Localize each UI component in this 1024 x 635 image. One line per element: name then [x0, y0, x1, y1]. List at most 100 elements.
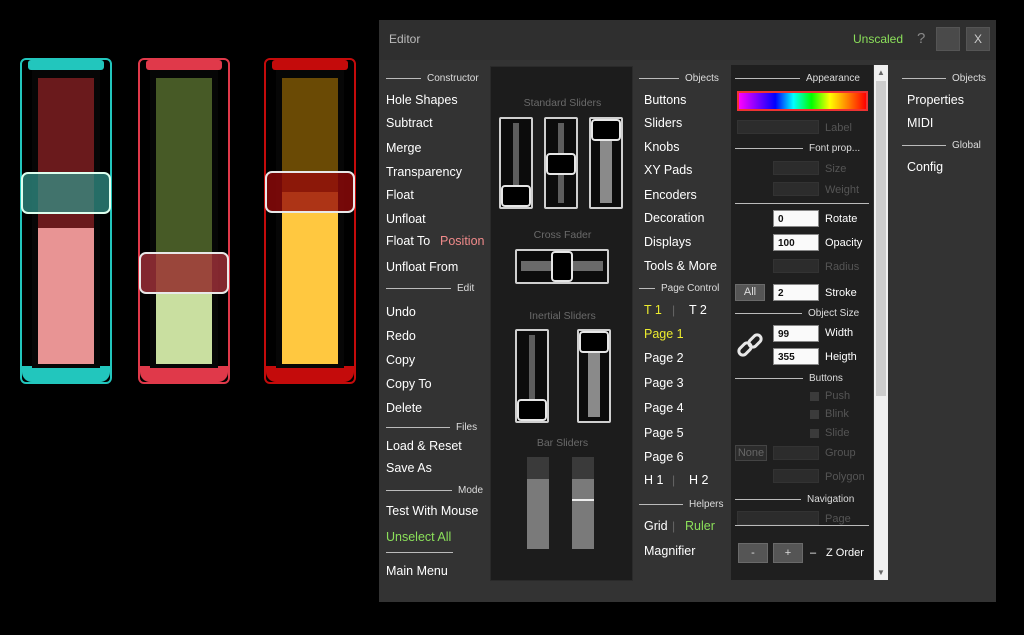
appearance-panel: Appearance Label Font prop... Size Weigh… — [731, 65, 873, 580]
size-field[interactable] — [773, 161, 819, 175]
menu-decoration[interactable]: Decoration — [644, 211, 704, 225]
menu-page-6[interactable]: Page 6 — [644, 450, 684, 464]
scroll-down-icon[interactable]: ▼ — [877, 568, 885, 577]
stroke-all-button[interactable]: All — [735, 284, 765, 301]
link-icon[interactable] — [735, 331, 765, 361]
menu-subtract[interactable]: Subtract — [386, 116, 433, 130]
scroll-thumb[interactable] — [876, 81, 886, 396]
separator: | — [672, 303, 676, 317]
tab-t2[interactable]: T 2 — [689, 303, 707, 317]
bar-slider-2-fill — [572, 479, 594, 549]
radius-field[interactable] — [773, 259, 819, 273]
menu-merge[interactable]: Merge — [386, 141, 421, 155]
menu-main-menu[interactable]: Main Menu — [386, 564, 448, 578]
menu-hole-shapes[interactable]: Hole Shapes — [386, 93, 458, 107]
scroll-up-icon[interactable]: ▲ — [877, 68, 885, 77]
menu-buttons[interactable]: Buttons — [644, 93, 686, 107]
close-button[interactable]: X — [966, 27, 990, 51]
standard-slider-3[interactable] — [589, 117, 623, 209]
teal-slider-lower-fill — [38, 228, 94, 364]
menu-encoders[interactable]: Encoders — [644, 188, 697, 202]
appearance-scrollbar[interactable]: ▲ ▼ — [874, 65, 888, 580]
menu-page-2[interactable]: Page 2 — [644, 351, 684, 365]
menu-transparency[interactable]: Transparency — [386, 165, 462, 179]
blink-checkbox[interactable] — [810, 410, 819, 419]
darkred-slider[interactable] — [264, 58, 356, 384]
tab-h2[interactable]: H 2 — [689, 473, 708, 487]
slide-checkbox[interactable] — [810, 429, 819, 438]
menu-page-4[interactable]: Page 4 — [644, 401, 684, 415]
inertial-slider-1[interactable] — [515, 329, 549, 423]
label-field[interactable] — [737, 120, 819, 134]
menu-delete[interactable]: Delete — [386, 401, 422, 415]
height-field[interactable]: 355 — [773, 348, 819, 365]
section-page-control: Page Control — [639, 283, 719, 294]
red-slider[interactable] — [138, 58, 230, 384]
menu-float[interactable]: Float — [386, 188, 414, 202]
inertial-sliders-title: Inertial Sliders — [529, 310, 596, 322]
blank-button[interactable] — [936, 27, 960, 51]
inertial-slider-2[interactable] — [577, 329, 611, 423]
darkred-slider-handle[interactable] — [265, 171, 355, 213]
menu-sliders[interactable]: Sliders — [644, 116, 682, 130]
menu-tools-more[interactable]: Tools & More — [644, 259, 717, 273]
window-title: Editor — [389, 32, 421, 46]
z-order-minus-button[interactable]: - — [738, 543, 768, 563]
menu-knobs[interactable]: Knobs — [644, 140, 679, 154]
menu-unselect-all[interactable]: Unselect All — [386, 530, 451, 544]
tab-t1[interactable]: T 1 — [644, 303, 662, 317]
standard-slider-1[interactable] — [499, 117, 533, 209]
menu-displays[interactable]: Displays — [644, 235, 691, 249]
stroke-field[interactable]: 2 — [773, 284, 819, 301]
menu-load-reset[interactable]: Load & Reset — [386, 439, 462, 453]
push-checkbox[interactable] — [810, 392, 819, 401]
weight-label: Weight — [825, 184, 860, 196]
menu-position[interactable]: Position — [440, 234, 484, 248]
divider — [735, 525, 869, 526]
z-order-plus-button[interactable]: + — [773, 543, 803, 563]
tab-h1[interactable]: H 1 — [644, 473, 663, 487]
menu-grid[interactable]: Grid — [644, 519, 668, 533]
menu-float-to[interactable]: Float To — [386, 234, 430, 248]
menu-page-3[interactable]: Page 3 — [644, 376, 684, 390]
teal-slider[interactable] — [20, 58, 112, 384]
menu-copy-to[interactable]: Copy To — [386, 377, 432, 391]
group-none-button[interactable]: None — [735, 445, 767, 461]
section-navigation: Navigation — [735, 494, 854, 505]
red-slider-handle[interactable] — [139, 252, 229, 294]
title-bar: Editor Unscaled ? X — [379, 20, 996, 60]
rotate-field[interactable]: 0 — [773, 210, 819, 227]
standard-slider-2[interactable] — [544, 117, 578, 209]
polygon-field[interactable] — [773, 469, 819, 483]
menu-ruler[interactable]: Ruler — [685, 519, 715, 533]
width-field[interactable]: 99 — [773, 325, 819, 342]
teal-slider-handle[interactable] — [21, 172, 111, 214]
group-field[interactable] — [773, 446, 819, 460]
menu-xy-pads[interactable]: XY Pads — [644, 163, 692, 177]
menu-midi[interactable]: MIDI — [907, 116, 933, 130]
menu-magnifier[interactable]: Magnifier — [644, 544, 695, 558]
menu-page-1[interactable]: Page 1 — [644, 327, 684, 341]
editor-window: Editor Unscaled ? X Constructor Hole Sha… — [379, 20, 996, 602]
menu-undo[interactable]: Undo — [386, 305, 416, 319]
menu-page-5[interactable]: Page 5 — [644, 426, 684, 440]
menu-test-with-mouse[interactable]: Test With Mouse — [386, 504, 478, 518]
help-icon[interactable]: ? — [917, 30, 925, 47]
color-spectrum[interactable] — [737, 91, 868, 111]
weight-field[interactable] — [773, 182, 819, 196]
section-mode: Mode — [386, 485, 483, 496]
menu-config[interactable]: Config — [907, 160, 943, 174]
red-slider-lower-fill — [156, 294, 212, 364]
menu-unfloat[interactable]: Unfloat — [386, 212, 426, 226]
menu-properties[interactable]: Properties — [907, 93, 964, 107]
menu-copy[interactable]: Copy — [386, 353, 415, 367]
menu-redo[interactable]: Redo — [386, 329, 416, 343]
opacity-field[interactable]: 100 — [773, 234, 819, 251]
menu-unfloat-from[interactable]: Unfloat From — [386, 260, 458, 274]
page-field[interactable] — [737, 511, 819, 525]
menu-save-as[interactable]: Save As — [386, 461, 432, 475]
polygon-label: Polygon — [825, 471, 865, 483]
cross-fader[interactable] — [515, 249, 609, 284]
label-label: Label — [825, 122, 852, 134]
scale-toggle[interactable]: Unscaled — [853, 32, 903, 46]
